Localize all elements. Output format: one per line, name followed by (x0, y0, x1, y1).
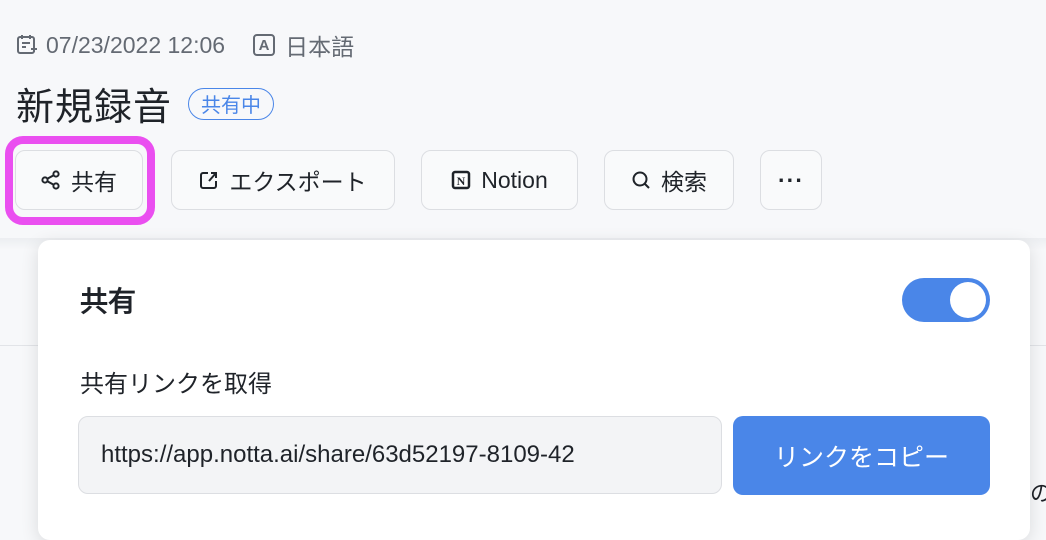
sharing-status-badge: 共有中 (188, 87, 275, 120)
language-icon: A (253, 34, 276, 56)
page-title[interactable]: 新規録音 (16, 76, 172, 131)
share-panel: 共有 共有リンクを取得 https://app.notta.ai/share/6… (38, 240, 1030, 540)
share-link-label: 共有リンクを取得 (80, 371, 272, 398)
recording-language: 日本語 (285, 34, 355, 60)
share-button-highlight (5, 136, 155, 225)
notion-icon: N (451, 170, 471, 190)
recording-meta: 07/23/2022 12:06 A 日本語 (16, 30, 354, 60)
share-toggle[interactable] (902, 278, 990, 322)
background-text-fragment: の (1030, 481, 1046, 506)
recording-date: 07/23/2022 12:06 (46, 31, 226, 58)
export-button-label: エクスポート (229, 169, 367, 195)
search-button[interactable]: 検索 (604, 150, 734, 210)
svg-text:N: N (457, 174, 466, 188)
share-link-field[interactable]: https://app.notta.ai/share/63d52197-8109… (78, 416, 722, 494)
share-panel-title: 共有 (80, 286, 137, 317)
calendar-icon (16, 34, 38, 56)
title-row: 新規録音 共有中 (16, 76, 275, 131)
export-button[interactable]: エクスポート (171, 150, 395, 210)
export-icon (199, 170, 219, 190)
more-icon: ··· (778, 166, 804, 193)
notion-button[interactable]: N Notion (421, 150, 578, 210)
more-options-button[interactable]: ··· (760, 150, 822, 210)
copy-link-button[interactable]: リンクをコピー (733, 416, 990, 495)
search-button-label: 検索 (661, 169, 707, 195)
share-toggle-knob (950, 282, 986, 318)
search-icon (631, 170, 651, 190)
notion-button-label: Notion (481, 166, 548, 193)
